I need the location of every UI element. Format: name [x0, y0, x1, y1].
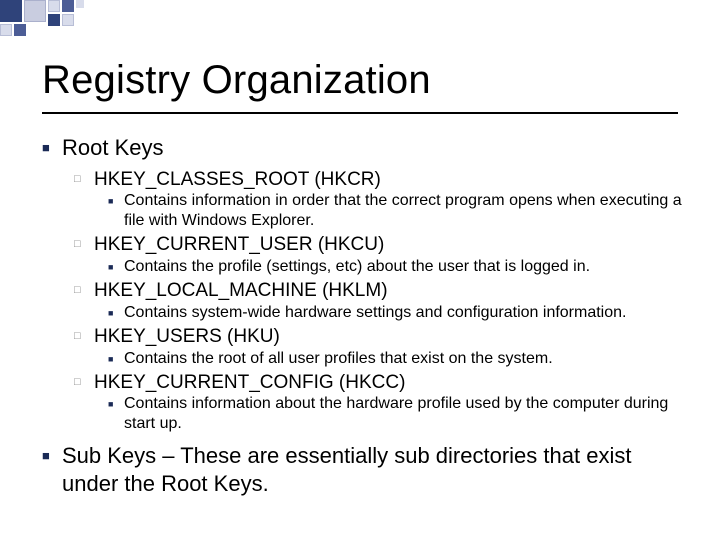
bullet-l1: Root Keys	[42, 134, 690, 162]
bullet-text: Contains the root of all user profiles t…	[124, 349, 690, 369]
bullet-marker-icon	[108, 303, 124, 323]
bullet-marker-icon	[108, 349, 124, 369]
bullet-text: Sub Keys – These are essentially sub dir…	[62, 442, 690, 497]
title-underline	[42, 112, 678, 114]
bullet-marker-icon	[74, 371, 94, 395]
bullet-l1: Sub Keys – These are essentially sub dir…	[42, 442, 690, 497]
bullet-marker-icon	[74, 279, 94, 303]
bullet-text: HKEY_CURRENT_CONFIG (HKCC)	[94, 371, 690, 395]
bullet-text: HKEY_CURRENT_USER (HKCU)	[94, 233, 690, 257]
bullet-text: Root Keys	[62, 134, 690, 162]
bullet-marker-icon	[108, 191, 124, 231]
bullet-marker-icon	[74, 168, 94, 192]
slide-body: Root Keys HKEY_CLASSES_ROOT (HKCR) Conta…	[42, 134, 690, 503]
bullet-marker-icon	[74, 233, 94, 257]
bullet-l2: HKEY_CURRENT_CONFIG (HKCC)	[74, 371, 690, 395]
bullet-text: HKEY_USERS (HKU)	[94, 325, 690, 349]
bullet-text: Contains information in order that the c…	[124, 191, 690, 231]
bullet-text: Contains information about the hardware …	[124, 394, 690, 434]
bullet-text: HKEY_LOCAL_MACHINE (HKLM)	[94, 279, 690, 303]
slide: Registry Organization Root Keys HKEY_CLA…	[0, 0, 720, 540]
bullet-l3: Contains the profile (settings, etc) abo…	[108, 257, 690, 277]
slide-title: Registry Organization	[42, 58, 678, 103]
bullet-marker-icon	[108, 257, 124, 277]
bullet-text: HKEY_CLASSES_ROOT (HKCR)	[94, 168, 690, 192]
bullet-text: Contains the profile (settings, etc) abo…	[124, 257, 690, 277]
bullet-l2: HKEY_CURRENT_USER (HKCU)	[74, 233, 690, 257]
bullet-l3: Contains information in order that the c…	[108, 191, 690, 231]
bullet-l3: Contains system-wide hardware settings a…	[108, 303, 690, 323]
bullet-marker-icon	[42, 442, 62, 497]
bullet-text: Contains system-wide hardware settings a…	[124, 303, 690, 323]
bullet-l2: HKEY_LOCAL_MACHINE (HKLM)	[74, 279, 690, 303]
decorative-squares	[0, 0, 150, 40]
bullet-l3: Contains the root of all user profiles t…	[108, 349, 690, 369]
bullet-l2: HKEY_USERS (HKU)	[74, 325, 690, 349]
bullet-marker-icon	[42, 134, 62, 162]
bullet-l2: HKEY_CLASSES_ROOT (HKCR)	[74, 168, 690, 192]
bullet-marker-icon	[74, 325, 94, 349]
bullet-marker-icon	[108, 394, 124, 434]
bullet-l3: Contains information about the hardware …	[108, 394, 690, 434]
